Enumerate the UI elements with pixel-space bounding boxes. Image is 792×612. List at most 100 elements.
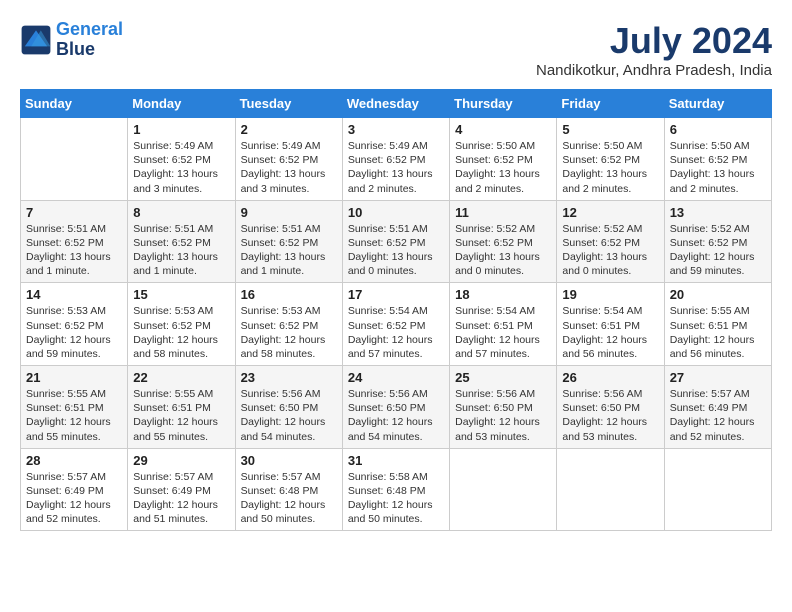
day-info: Sunrise: 5:55 AM Sunset: 6:51 PM Dayligh…: [133, 387, 229, 444]
day-info: Sunrise: 5:51 AM Sunset: 6:52 PM Dayligh…: [241, 222, 337, 279]
day-info: Sunrise: 5:54 AM Sunset: 6:52 PM Dayligh…: [348, 304, 444, 361]
day-info: Sunrise: 5:55 AM Sunset: 6:51 PM Dayligh…: [670, 304, 766, 361]
calendar-cell: [450, 448, 557, 531]
calendar-week-1: 1Sunrise: 5:49 AM Sunset: 6:52 PM Daylig…: [21, 118, 772, 201]
day-info: Sunrise: 5:53 AM Sunset: 6:52 PM Dayligh…: [133, 304, 229, 361]
calendar-cell: 28 Sunrise: 5:57 AM Sunset: 6:49 PM Dayli…: [21, 448, 128, 531]
day-info: Sunrise: 5:50 AM Sunset: 6:52 PM Dayligh…: [562, 139, 658, 196]
day-info: Sunrise: 5:52 AM Sunset: 6:52 PM Dayligh…: [562, 222, 658, 279]
calendar-cell: 11 Sunrise: 5:52 AM Sunset: 6:52 PM Dayli…: [450, 200, 557, 283]
day-info: Sunrise: 5:49 AM Sunset: 6:52 PM Dayligh…: [348, 139, 444, 196]
day-number: 12: [562, 205, 658, 220]
calendar-cell: [664, 448, 771, 531]
day-number: 22: [133, 370, 229, 385]
calendar-cell: 23Sunrise: 5:56 AM Sunset: 6:50 PM Dayli…: [235, 366, 342, 449]
day-number: 27: [670, 370, 766, 385]
day-number: 4: [455, 122, 551, 137]
day-number: 20: [670, 287, 766, 302]
day-number: 25: [455, 370, 551, 385]
day-info: Sunrise: 5:56 AM Sunset: 6:50 PM Dayligh…: [455, 387, 551, 444]
day-info: Sunrise: 5:51 AM Sunset: 6:52 PM Dayligh…: [26, 222, 122, 279]
day-info: Sunrise: 5:52 AM Sunset: 6:52 PM Dayligh…: [670, 222, 766, 279]
calendar-cell: 8 Sunrise: 5:51 AM Sunset: 6:52 PM Daylig…: [128, 200, 235, 283]
calendar-cell: [557, 448, 664, 531]
calendar-cell: 21Sunrise: 5:55 AM Sunset: 6:51 PM Dayli…: [21, 366, 128, 449]
day-number: 17: [348, 287, 444, 302]
day-info: Sunrise: 5:53 AM Sunset: 6:52 PM Dayligh…: [26, 304, 122, 361]
day-info: Sunrise: 5:51 AM Sunset: 6:52 PM Dayligh…: [348, 222, 444, 279]
calendar-table: SundayMondayTuesdayWednesdayThursdayFrid…: [20, 89, 772, 531]
day-info: Sunrise: 5:56 AM Sunset: 6:50 PM Dayligh…: [348, 387, 444, 444]
day-number: 30: [241, 453, 337, 468]
calendar-cell: 30Sunrise: 5:57 AM Sunset: 6:48 PM Dayli…: [235, 448, 342, 531]
day-number: 24: [348, 370, 444, 385]
day-info: Sunrise: 5:57 AM Sunset: 6:49 PM Dayligh…: [133, 470, 229, 527]
calendar-cell: [21, 118, 128, 201]
calendar-cell: 15 Sunrise: 5:53 AM Sunset: 6:52 PM Dayli…: [128, 283, 235, 366]
day-number: 18: [455, 287, 551, 302]
day-number: 5: [562, 122, 658, 137]
calendar-cell: 22 Sunrise: 5:55 AM Sunset: 6:51 PM Dayli…: [128, 366, 235, 449]
calendar-cell: 6Sunrise: 5:50 AM Sunset: 6:52 PM Daylig…: [664, 118, 771, 201]
day-number: 10: [348, 205, 444, 220]
day-info: Sunrise: 5:54 AM Sunset: 6:51 PM Dayligh…: [562, 304, 658, 361]
weekday-header-friday: Friday: [557, 90, 664, 118]
calendar-week-2: 7 Sunrise: 5:51 AM Sunset: 6:52 PM Daylig…: [21, 200, 772, 283]
day-number: 7: [26, 205, 122, 220]
logo-text: General Blue: [56, 20, 123, 60]
logo: General Blue: [20, 20, 123, 60]
day-info: Sunrise: 5:58 AM Sunset: 6:48 PM Dayligh…: [348, 470, 444, 527]
day-info: Sunrise: 5:55 AM Sunset: 6:51 PM Dayligh…: [26, 387, 122, 444]
weekday-header-saturday: Saturday: [664, 90, 771, 118]
page-header: General Blue July 2024 Nandikotkur, Andh…: [20, 20, 772, 79]
calendar-cell: 18 Sunrise: 5:54 AM Sunset: 6:51 PM Dayli…: [450, 283, 557, 366]
calendar-cell: 27 Sunrise: 5:57 AM Sunset: 6:49 PM Dayli…: [664, 366, 771, 449]
calendar-cell: 7 Sunrise: 5:51 AM Sunset: 6:52 PM Daylig…: [21, 200, 128, 283]
weekday-header-sunday: Sunday: [21, 90, 128, 118]
day-number: 11: [455, 205, 551, 220]
day-number: 28: [26, 453, 122, 468]
day-number: 19: [562, 287, 658, 302]
day-number: 23: [241, 370, 337, 385]
day-number: 8: [133, 205, 229, 220]
weekday-header-wednesday: Wednesday: [342, 90, 449, 118]
calendar-cell: 29 Sunrise: 5:57 AM Sunset: 6:49 PM Dayli…: [128, 448, 235, 531]
day-info: Sunrise: 5:52 AM Sunset: 6:52 PM Dayligh…: [455, 222, 551, 279]
calendar-cell: 3 Sunrise: 5:49 AM Sunset: 6:52 PM Daylig…: [342, 118, 449, 201]
calendar-cell: 1Sunrise: 5:49 AM Sunset: 6:52 PM Daylig…: [128, 118, 235, 201]
day-number: 29: [133, 453, 229, 468]
day-number: 15: [133, 287, 229, 302]
day-info: Sunrise: 5:56 AM Sunset: 6:50 PM Dayligh…: [562, 387, 658, 444]
logo-icon: [20, 24, 52, 56]
calendar-body: 1Sunrise: 5:49 AM Sunset: 6:52 PM Daylig…: [21, 118, 772, 531]
day-number: 26: [562, 370, 658, 385]
day-number: 3: [348, 122, 444, 137]
day-info: Sunrise: 5:53 AM Sunset: 6:52 PM Dayligh…: [241, 304, 337, 361]
day-number: 16: [241, 287, 337, 302]
calendar-cell: 20 Sunrise: 5:55 AM Sunset: 6:51 PM Dayli…: [664, 283, 771, 366]
day-info: Sunrise: 5:50 AM Sunset: 6:52 PM Dayligh…: [455, 139, 551, 196]
calendar-cell: 4 Sunrise: 5:50 AM Sunset: 6:52 PM Daylig…: [450, 118, 557, 201]
month-title: July 2024: [536, 20, 772, 62]
calendar-week-4: 21Sunrise: 5:55 AM Sunset: 6:51 PM Dayli…: [21, 366, 772, 449]
calendar-cell: 26 Sunrise: 5:56 AM Sunset: 6:50 PM Dayli…: [557, 366, 664, 449]
weekday-header-tuesday: Tuesday: [235, 90, 342, 118]
day-info: Sunrise: 5:49 AM Sunset: 6:52 PM Dayligh…: [133, 139, 229, 196]
calendar-week-5: 28 Sunrise: 5:57 AM Sunset: 6:49 PM Dayli…: [21, 448, 772, 531]
day-number: 13: [670, 205, 766, 220]
calendar-cell: 19 Sunrise: 5:54 AM Sunset: 6:51 PM Dayli…: [557, 283, 664, 366]
day-number: 9: [241, 205, 337, 220]
day-info: Sunrise: 5:51 AM Sunset: 6:52 PM Dayligh…: [133, 222, 229, 279]
calendar-cell: 16 Sunrise: 5:53 AM Sunset: 6:52 PM Dayli…: [235, 283, 342, 366]
calendar-cell: 2 Sunrise: 5:49 AM Sunset: 6:52 PM Daylig…: [235, 118, 342, 201]
weekday-header-monday: Monday: [128, 90, 235, 118]
day-info: Sunrise: 5:54 AM Sunset: 6:51 PM Dayligh…: [455, 304, 551, 361]
calendar-cell: 10 Sunrise: 5:51 AM Sunset: 6:52 PM Dayli…: [342, 200, 449, 283]
day-number: 2: [241, 122, 337, 137]
day-info: Sunrise: 5:57 AM Sunset: 6:49 PM Dayligh…: [26, 470, 122, 527]
day-number: 31: [348, 453, 444, 468]
calendar-cell: 5 Sunrise: 5:50 AM Sunset: 6:52 PM Daylig…: [557, 118, 664, 201]
day-info: Sunrise: 5:57 AM Sunset: 6:49 PM Dayligh…: [670, 387, 766, 444]
day-info: Sunrise: 5:49 AM Sunset: 6:52 PM Dayligh…: [241, 139, 337, 196]
calendar-cell: 13 Sunrise: 5:52 AM Sunset: 6:52 PM Dayli…: [664, 200, 771, 283]
